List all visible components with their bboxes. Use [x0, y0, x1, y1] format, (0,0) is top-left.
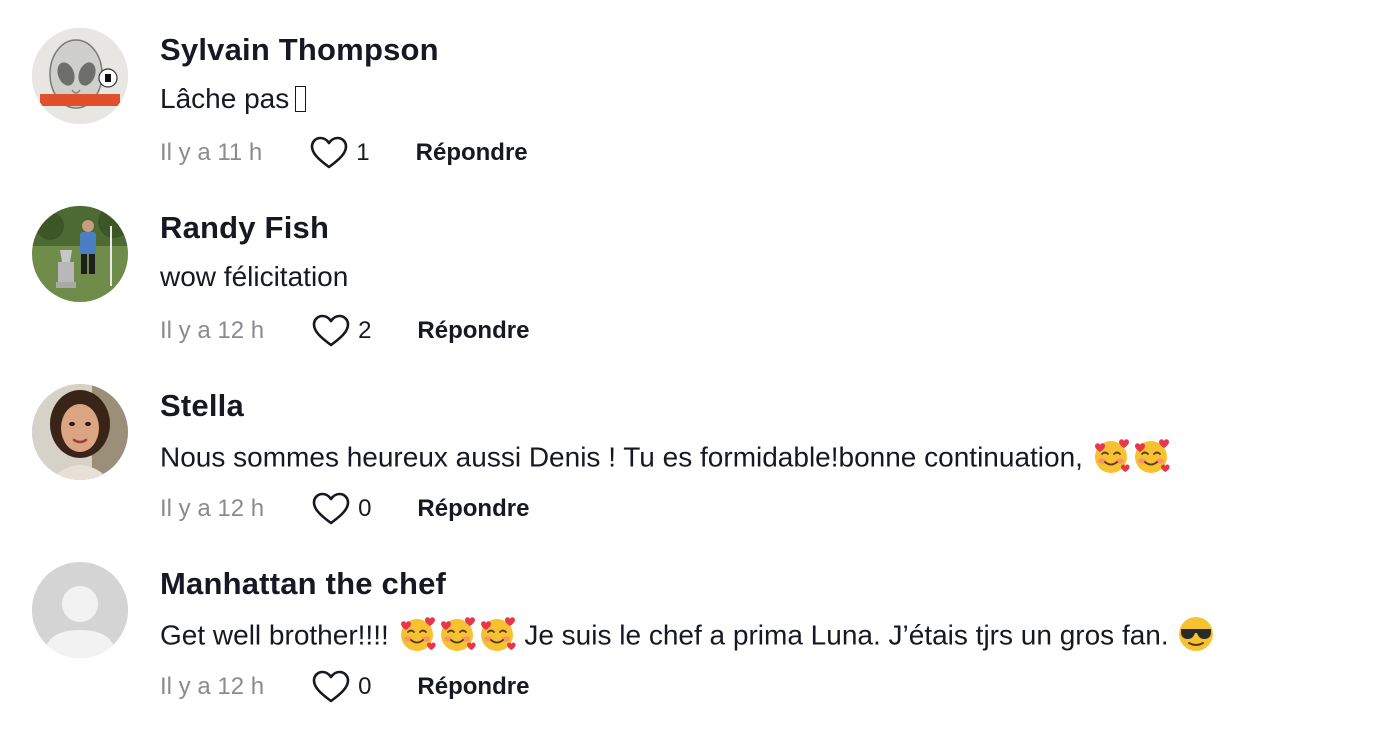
avatar[interactable] [32, 206, 128, 302]
comment-text: Get well brother!!!! Je suis le chef a p… [160, 617, 1216, 657]
comment-text-part1: Get well brother!!!! [160, 619, 389, 651]
like-count: 1 [356, 139, 370, 166]
comment-timestamp: Il y a 12 h [160, 495, 265, 522]
comment-timestamp: Il y a 12 h [160, 317, 265, 344]
like-button[interactable]: 2 [312, 314, 371, 348]
like-count: 0 [358, 495, 372, 522]
alien-sketch-avatar-icon [32, 28, 128, 124]
comment-text: wow félicitation [160, 261, 349, 292]
reply-button[interactable]: Répondre [417, 317, 529, 345]
heart-icon [312, 314, 350, 348]
smiling-face-with-hearts-icon [1091, 436, 1131, 476]
comment-item: Sylvain Thompson Lâche pas Il y a 11 h 1… [32, 28, 1362, 198]
avatar[interactable] [32, 28, 128, 124]
comment-text-content: Nous sommes heureux aussi Denis ! Tu es … [160, 441, 1083, 473]
woman-portrait-avatar-icon [32, 384, 128, 480]
comment-timestamp: Il y a 12 h [160, 673, 265, 700]
smiling-face-with-hearts-icon [397, 614, 437, 654]
comment-item: Randy Fish wow félicitation Il y a 12 h … [32, 206, 1362, 376]
smiling-face-with-hearts-icon [477, 614, 517, 654]
comment-username[interactable]: Stella [160, 388, 244, 424]
like-button[interactable]: 0 [312, 670, 371, 704]
comment-meta: Il y a 12 h 0 Répondre [160, 492, 529, 526]
heart-icon [312, 492, 350, 526]
like-count: 2 [358, 317, 372, 344]
comment-item: Stella Nous sommes heureux aussi Denis !… [32, 384, 1362, 554]
default-user-avatar-icon [32, 562, 128, 658]
reply-button[interactable]: Répondre [416, 139, 528, 167]
avatar[interactable] [32, 562, 128, 658]
smiling-face-with-hearts-icon [437, 614, 477, 654]
golf-course-photo-avatar-icon [32, 206, 128, 302]
smiling-face-with-hearts-icon [1131, 436, 1171, 476]
comment-item: Manhattan the chef Get well brother!!!! … [32, 562, 1362, 732]
comment-username[interactable]: Randy Fish [160, 210, 329, 246]
reply-button[interactable]: Répondre [417, 495, 529, 523]
like-button[interactable]: 0 [312, 492, 371, 526]
heart-icon [310, 136, 348, 170]
comment-timestamp: Il y a 11 h [160, 139, 263, 166]
comment-text-part2: Je suis le chef a prima Luna. J’étais tj… [524, 619, 1169, 651]
comment-username[interactable]: Manhattan the chef [160, 566, 446, 602]
unrendered-glyph-icon [295, 85, 307, 112]
comment-text: Nous sommes heureux aussi Denis ! Tu es … [160, 439, 1171, 479]
like-button[interactable]: 1 [310, 136, 370, 170]
like-count: 0 [358, 673, 372, 700]
reply-button[interactable]: Répondre [417, 673, 529, 701]
comment-meta: Il y a 11 h 1 Répondre [160, 136, 528, 170]
comment-username[interactable]: Sylvain Thompson [160, 32, 439, 68]
comment-text: Lâche pas [160, 83, 307, 115]
smiling-face-with-sunglasses-icon [1176, 614, 1216, 654]
comment-text-content: Lâche pas [160, 83, 290, 114]
heart-icon [312, 670, 350, 704]
comment-meta: Il y a 12 h 2 Répondre [160, 314, 529, 348]
comment-meta: Il y a 12 h 0 Répondre [160, 670, 529, 704]
avatar[interactable] [32, 384, 128, 480]
